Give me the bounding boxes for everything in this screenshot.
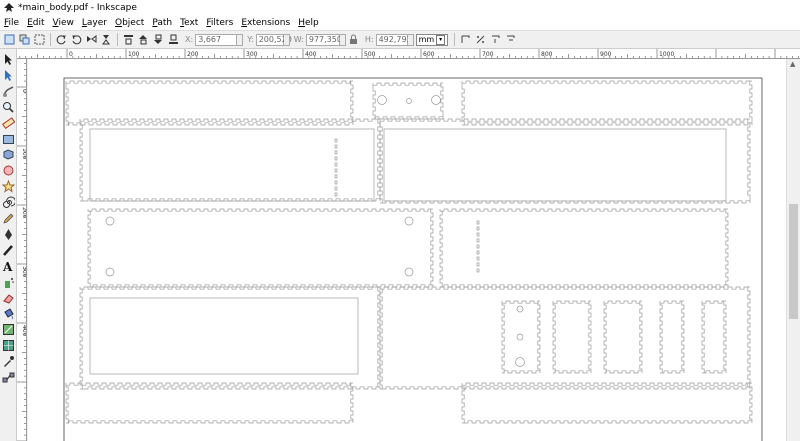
menu-path[interactable]: Path: [148, 18, 176, 28]
x-field[interactable]: 3,667: [195, 33, 238, 46]
h-stepper[interactable]: [407, 33, 414, 46]
scale-stroke-icon[interactable]: [459, 33, 472, 46]
tool-controls-bar: X: 3,667 Y: 200,520 W: 977,350 H: 492,79…: [0, 30, 800, 49]
y-field[interactable]: 200,520: [255, 33, 292, 46]
tweak-tool-icon[interactable]: [2, 85, 15, 98]
pen-tool-icon[interactable]: [2, 228, 15, 241]
raise-icon[interactable]: [137, 33, 150, 46]
ruler-label: 300: [246, 51, 258, 58]
chevron-down-icon[interactable]: ▾: [436, 34, 446, 45]
scroll-up-icon[interactable]: ▲: [790, 60, 795, 68]
flip-horizontal-icon[interactable]: [85, 33, 98, 46]
menu-help[interactable]: Help: [294, 18, 323, 28]
ruler-label: 900: [600, 51, 612, 58]
connector-tool-icon[interactable]: [2, 371, 15, 384]
horizontal-ruler: 0 100 200 300 400 500 600 700 800 900 1000: [17, 49, 800, 59]
ruler-label: 400: [21, 325, 27, 337]
svg-text:A: A: [2, 260, 13, 273]
y-stepper[interactable]: [283, 33, 290, 46]
ruler-label: 200: [187, 51, 199, 58]
spiral-tool-icon[interactable]: [2, 196, 15, 209]
rotate-cw-icon[interactable]: [70, 33, 83, 46]
spray-tool-icon[interactable]: [2, 276, 15, 289]
menu-view[interactable]: View: [49, 18, 78, 28]
node-tool-icon[interactable]: [2, 69, 15, 82]
ruler-label: 100: [128, 51, 140, 58]
bucket-tool-icon[interactable]: [2, 307, 15, 320]
scale-corners-icon[interactable]: [474, 33, 487, 46]
star-tool-icon[interactable]: [2, 180, 15, 193]
eraser-tool-icon[interactable]: [2, 292, 15, 305]
zoom-tool-icon[interactable]: [2, 101, 15, 114]
x-label: X:: [185, 35, 194, 44]
menu-layer[interactable]: Layer: [78, 18, 111, 28]
vertical-scrollbar[interactable]: ▲: [786, 59, 800, 441]
ruler-label: 400: [305, 51, 317, 58]
mesh-tool-icon[interactable]: [2, 339, 15, 352]
deselect-icon[interactable]: [33, 33, 46, 46]
ruler-label: 200: [21, 207, 27, 219]
rotate-ccw-icon[interactable]: [55, 33, 68, 46]
drawing: [63, 77, 763, 441]
menu-file[interactable]: File: [0, 18, 23, 28]
toolbar-separator: [117, 33, 118, 46]
ruler-label: 100: [21, 148, 27, 160]
inkscape-logo-icon: [4, 2, 14, 12]
raise-to-top-icon[interactable]: [122, 33, 135, 46]
dropper-tool-icon[interactable]: [2, 355, 15, 368]
lower-icon[interactable]: [152, 33, 165, 46]
unit-value: mm: [418, 35, 435, 44]
ruler-label: 500: [364, 51, 376, 58]
drawing-canvas[interactable]: [28, 59, 786, 441]
title-bar: *main_body.pdf - Inkscape: [0, 0, 800, 15]
calligraphy-tool-icon[interactable]: [2, 244, 15, 257]
flip-vertical-icon[interactable]: [100, 33, 113, 46]
scrollbar-thumb[interactable]: [789, 204, 798, 319]
y-label: Y:: [247, 35, 254, 44]
menu-edit[interactable]: Edit: [23, 18, 48, 28]
select-all-layers-icon[interactable]: [18, 33, 31, 46]
rect-tool-icon[interactable]: [2, 133, 15, 146]
menu-object[interactable]: Object: [111, 18, 148, 28]
window-title: *main_body.pdf - Inkscape: [18, 2, 137, 13]
h-label: H:: [364, 35, 374, 44]
w-field[interactable]: 977,350: [305, 33, 342, 46]
ellipse-tool-icon[interactable]: [2, 164, 15, 177]
h-field[interactable]: 492,793: [375, 33, 412, 46]
ruler-label: 0: [69, 51, 73, 58]
menu-filters[interactable]: Filters: [202, 18, 237, 28]
unit-select[interactable]: mm ▾: [415, 33, 449, 46]
ruler-label: 700: [482, 51, 494, 58]
x-stepper[interactable]: [237, 33, 244, 46]
move-gradients-icon[interactable]: [489, 33, 502, 46]
ruler-label: 0: [21, 89, 27, 93]
toolbar-separator: [50, 33, 51, 46]
ruler-label: 600: [423, 51, 435, 58]
pencil-tool-icon[interactable]: [2, 212, 15, 225]
lower-to-bottom-icon[interactable]: [167, 33, 180, 46]
menu-bar: File Edit View Layer Object Path Text Filters Ex…: [0, 15, 800, 30]
text-tool-icon[interactable]: A: [2, 260, 15, 273]
ruler-label: 800: [541, 51, 553, 58]
ruler-label: 300: [21, 266, 27, 278]
select-all-icon[interactable]: [3, 33, 16, 46]
move-patterns-icon[interactable]: [504, 33, 517, 46]
select-tool-icon[interactable]: [2, 53, 15, 66]
w-label: W:: [293, 35, 304, 44]
toolbox: A: [0, 49, 17, 441]
w-stepper[interactable]: [339, 33, 346, 46]
3dbox-tool-icon[interactable]: [2, 148, 15, 161]
toolbar-separator: [454, 33, 456, 46]
measure-tool-icon[interactable]: [2, 116, 15, 130]
lock-proportions-icon[interactable]: [347, 33, 360, 46]
ruler-label: 1000: [659, 51, 674, 58]
gradient-tool-icon[interactable]: [2, 323, 15, 336]
vertical-ruler: 0 100 200 300 400: [17, 59, 27, 441]
menu-text[interactable]: Text: [176, 18, 202, 28]
menu-extensions[interactable]: Extensions: [237, 18, 294, 28]
